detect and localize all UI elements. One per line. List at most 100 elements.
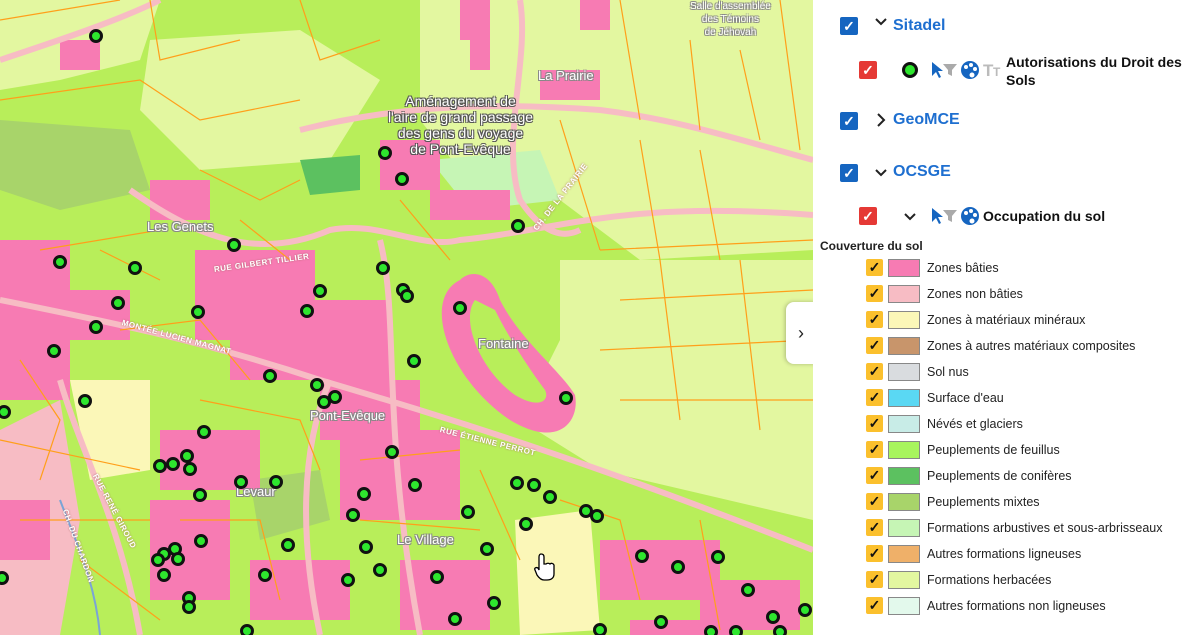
sitadel-marker[interactable] [234, 475, 248, 489]
sitadel-marker[interactable] [47, 344, 61, 358]
legend-item[interactable]: ✓ Zones à autres matériaux composites [866, 336, 1196, 356]
sitadel-marker[interactable] [408, 478, 422, 492]
layer-checkbox-sitadel[interactable]: ✓ [859, 61, 877, 79]
legend-item[interactable]: ✓ Peuplements de conifères [866, 466, 1196, 486]
sitadel-marker[interactable] [197, 425, 211, 439]
sitadel-marker[interactable] [269, 475, 283, 489]
legend-item[interactable]: ✓ Peuplements de feuillus [866, 440, 1196, 460]
palette-icon[interactable] [960, 60, 980, 80]
sitadel-marker[interactable] [510, 476, 524, 490]
chevron-down-icon[interactable] [874, 165, 888, 182]
sitadel-marker[interactable] [357, 487, 371, 501]
sitadel-marker[interactable] [317, 395, 331, 409]
sitadel-marker[interactable] [798, 603, 812, 617]
legend-item[interactable]: ✓ Sol nus [866, 362, 1196, 382]
sitadel-marker[interactable] [448, 612, 462, 626]
legend-item[interactable]: ✓ Zones à matériaux minéraux [866, 310, 1196, 330]
layer-checkbox-ocsge[interactable]: ✓ [859, 207, 877, 225]
sitadel-marker[interactable] [111, 296, 125, 310]
legend-checkbox[interactable]: ✓ [866, 545, 883, 562]
sitadel-marker[interactable] [487, 596, 501, 610]
sitadel-marker[interactable] [128, 261, 142, 275]
sitadel-marker[interactable] [263, 369, 277, 383]
sitadel-marker[interactable] [590, 509, 604, 523]
legend-item[interactable]: ✓ Autres formations ligneuses [866, 544, 1196, 564]
sitadel-marker[interactable] [180, 449, 194, 463]
sitadel-marker[interactable] [240, 624, 254, 635]
legend-checkbox[interactable]: ✓ [866, 519, 883, 536]
sitadel-marker[interactable] [711, 550, 725, 564]
sitadel-marker[interactable] [313, 284, 327, 298]
sitadel-marker[interactable] [341, 573, 355, 587]
legend-item[interactable]: ✓ Zones non bâties [866, 284, 1196, 304]
legend-checkbox[interactable]: ✓ [866, 337, 883, 354]
layer-title-sitadel[interactable]: Autorisations du Droit des Sols [1006, 53, 1186, 89]
sitadel-marker[interactable] [741, 583, 755, 597]
sitadel-marker[interactable] [766, 610, 780, 624]
sitadel-marker[interactable] [300, 304, 314, 318]
sitadel-marker[interactable] [527, 478, 541, 492]
sitadel-marker[interactable] [89, 320, 103, 334]
sitadel-marker[interactable] [171, 552, 185, 566]
sitadel-marker[interactable] [359, 540, 373, 554]
sitadel-marker[interactable] [654, 615, 668, 629]
legend-checkbox[interactable]: ✓ [866, 493, 883, 510]
sitadel-marker[interactable] [378, 146, 392, 160]
legend-item[interactable]: ✓ Zones bâties [866, 258, 1196, 278]
sitadel-marker[interactable] [310, 378, 324, 392]
legend-item[interactable]: ✓ Névés et glaciers [866, 414, 1196, 434]
sitadel-marker[interactable] [53, 255, 67, 269]
chevron-down-icon[interactable] [903, 209, 917, 226]
sitadel-marker[interactable] [191, 305, 205, 319]
sitadel-marker[interactable] [183, 462, 197, 476]
sitadel-marker[interactable] [258, 568, 272, 582]
sitadel-marker[interactable] [430, 570, 444, 584]
sitadel-marker[interactable] [166, 457, 180, 471]
legend-checkbox[interactable]: ✓ [866, 389, 883, 406]
sitadel-marker[interactable] [395, 172, 409, 186]
group-checkbox-geomce[interactable]: ✓ [840, 112, 858, 130]
legend-checkbox[interactable]: ✓ [866, 597, 883, 614]
sitadel-marker[interactable] [543, 490, 557, 504]
sitadel-marker[interactable] [519, 517, 533, 531]
sitadel-marker[interactable] [453, 301, 467, 315]
sitadel-marker[interactable] [157, 568, 171, 582]
sitadel-marker[interactable] [194, 534, 208, 548]
sitadel-marker[interactable] [511, 219, 525, 233]
sitadel-marker[interactable] [281, 538, 295, 552]
sitadel-marker[interactable] [89, 29, 103, 43]
sitadel-marker[interactable] [461, 505, 475, 519]
legend-checkbox[interactable]: ✓ [866, 467, 883, 484]
sitadel-marker[interactable] [78, 394, 92, 408]
legend-checkbox[interactable]: ✓ [866, 311, 883, 328]
sitadel-marker[interactable] [704, 625, 718, 635]
sitadel-marker[interactable] [182, 600, 196, 614]
layer-title-ocsge[interactable]: Occupation du sol [983, 207, 1105, 225]
sitadel-marker[interactable] [376, 261, 390, 275]
legend-item[interactable]: ✓ Formations arbustives et sous-arbrissea… [866, 518, 1196, 538]
sitadel-marker[interactable] [480, 542, 494, 556]
legend-item[interactable]: ✓ Peuplements mixtes [866, 492, 1196, 512]
legend-checkbox[interactable]: ✓ [866, 415, 883, 432]
legend-checkbox[interactable]: ✓ [866, 441, 883, 458]
group-checkbox-sitadel[interactable]: ✓ [840, 17, 858, 35]
group-title-sitadel[interactable]: Sitadel [893, 17, 945, 35]
sitadel-marker[interactable] [407, 354, 421, 368]
chevron-right-icon[interactable] [874, 112, 888, 131]
chevron-down-icon[interactable] [874, 14, 888, 31]
legend-checkbox[interactable]: ✓ [866, 285, 883, 302]
map-view[interactable]: Aménagement de l'aire de grand passage d… [0, 0, 813, 635]
legend-checkbox[interactable]: ✓ [866, 259, 883, 276]
kebab-menu-icon[interactable]: ⋮ [1195, 207, 1199, 227]
sitadel-marker[interactable] [373, 563, 387, 577]
sitadel-marker[interactable] [400, 289, 414, 303]
sitadel-marker[interactable] [635, 549, 649, 563]
filter-icon[interactable] [942, 208, 958, 224]
sitadel-marker[interactable] [559, 391, 573, 405]
sitadel-marker[interactable] [193, 488, 207, 502]
sitadel-marker[interactable] [346, 508, 360, 522]
label-text-icon[interactable]: TT [983, 61, 1005, 79]
sitadel-marker[interactable] [671, 560, 685, 574]
sitadel-marker[interactable] [385, 445, 399, 459]
panel-toggle-button[interactable]: › [786, 302, 816, 364]
